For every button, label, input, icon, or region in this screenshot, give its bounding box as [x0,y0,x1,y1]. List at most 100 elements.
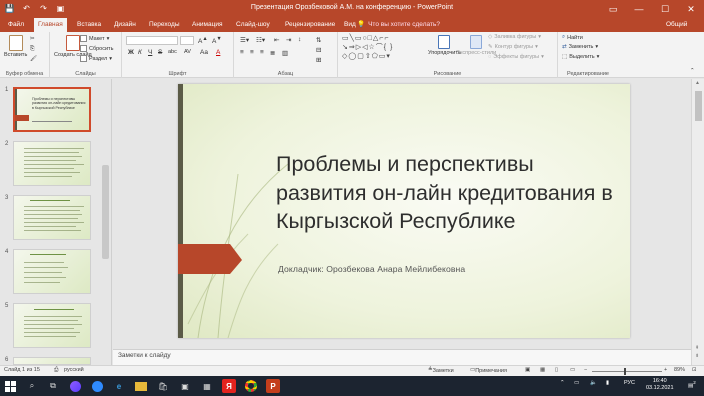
thumbnails-scrollbar[interactable] [102,165,109,259]
tab-transitions[interactable]: Переходы [145,18,184,32]
search-icon[interactable]: ⌕ [25,379,39,393]
edge-browser-icon[interactable]: e [112,379,126,393]
tray-overflow-icon[interactable]: ⌃ [560,380,565,386]
font-size-box[interactable] [180,36,194,45]
fit-slide-icon[interactable]: ⊡ [692,367,697,373]
shapes-gallery[interactable]: ▭╲▭○□△⌐⌐ ↘⇒▷◁☆⌒{ } ◇◯▢⇧⬠▭▾ [342,34,420,64]
zoom-slider[interactable] [592,371,662,372]
slide-scrollbar[interactable]: ▲ ⇞ ⇟ [691,79,704,365]
numbering-icon[interactable]: ☷▾ [256,36,265,44]
language-indicator[interactable]: русский [64,367,84,373]
next-slide-icon[interactable]: ⇟ [695,353,699,359]
tab-insert[interactable]: Вставка [73,18,105,32]
notes-toggle-button[interactable]: ≜ Заметки [428,367,454,374]
increase-indent-icon[interactable]: ⇥ [286,36,291,44]
shape-effects-button[interactable]: ◌ Эффекты фигуры ▾ [488,54,544,60]
spellcheck-icon[interactable]: ⎙ [54,367,58,374]
tab-slideshow[interactable]: Слайд-шоу [232,18,274,32]
comments-toggle-button[interactable]: ▭ Примечания [470,367,507,374]
store-bag-icon[interactable]: ▣ [178,379,192,393]
collapse-ribbon-icon[interactable]: ⌃ [690,68,695,74]
char-spacing-button[interactable]: AV [184,49,191,55]
font-name-box[interactable] [126,36,178,45]
select-button[interactable]: ⬚ Выделить ▾ [562,54,599,60]
justify-icon[interactable]: ≣ [270,49,275,57]
chrome-icon[interactable] [244,379,258,393]
slide-thumbnail[interactable] [13,195,91,240]
font-color-button[interactable]: A [216,49,220,56]
yandex-browser-icon[interactable]: Я [222,379,236,393]
close-button[interactable]: ✕ [678,0,704,18]
volume-icon[interactable]: 🔈 [590,380,597,386]
maximize-button[interactable]: ☐ [652,0,678,18]
minimize-button[interactable]: — [626,0,652,18]
replace-button[interactable]: ⇄ Заменить ▾ [562,44,598,50]
slide-subtitle[interactable]: Докладчик: Орозбекова Анара Мейлибековна [278,264,465,274]
prev-slide-icon[interactable]: ⇞ [695,345,699,351]
shrink-font-icon[interactable]: A▼ [212,36,222,45]
strikethrough-button[interactable]: S [158,49,162,56]
share-button[interactable]: Общий доступ [666,18,704,42]
paste-button[interactable]: Вставить [4,35,27,58]
bullets-icon[interactable]: ☰▾ [240,36,249,44]
format-painter-icon[interactable]: 🖌 [30,56,37,62]
change-case-button[interactable]: Aa [200,49,208,56]
italic-button[interactable]: К [138,49,142,56]
section-button[interactable]: Раздел ▾ [80,55,112,62]
tab-file[interactable]: Файл [4,18,28,32]
find-button[interactable]: ⌕ Найти [562,34,583,41]
scroll-up-icon[interactable]: ▲ [695,80,700,86]
slide-thumbnail[interactable]: Проблемы и перспективы развития он-лайн … [13,87,91,132]
zoom-level[interactable]: 89% [674,367,685,373]
reading-view-icon[interactable]: ▯ [555,367,558,373]
slide-thumbnail[interactable] [13,303,91,348]
align-center-icon[interactable]: ≡ [250,49,254,56]
slide-title[interactable]: Проблемы и перспективы развития он-лайн … [276,150,616,236]
slideshow-view-icon[interactable]: ▭ [570,367,575,373]
tab-home[interactable]: Главная [34,18,67,32]
text-direction-icon[interactable]: ⇅ [316,36,321,44]
shape-outline-button[interactable]: ✎ Контур фигуры ▾ [488,44,538,50]
slide-thumbnail[interactable] [13,357,91,365]
shadow-button[interactable]: abc [168,49,177,55]
mail-icon[interactable] [90,379,104,393]
file-explorer-icon[interactable] [134,379,148,393]
align-text-icon[interactable]: ⊟ [316,46,321,54]
power-icon[interactable]: ▮ [606,380,609,386]
smartart-icon[interactable]: ⊞ [316,56,321,64]
reset-button[interactable]: Сбросить [80,45,113,52]
align-right-icon[interactable]: ≡ [260,49,264,56]
scroll-thumb[interactable] [695,91,702,121]
align-left-icon[interactable]: ≡ [240,49,244,56]
clock[interactable]: 16:40 03.12.2021 [646,378,674,392]
zoom-slider-handle[interactable] [624,368,626,375]
copy-icon[interactable]: ⎘ [30,46,34,53]
network-icon[interactable]: ▭ [574,380,579,386]
grow-font-icon[interactable]: A▲ [198,36,208,45]
store-icon[interactable]: 🛍 [156,379,170,393]
powerpoint-taskbar-icon[interactable]: P [266,379,280,393]
normal-view-icon[interactable]: ▣ [525,367,530,373]
zoom-in-icon[interactable]: + [664,367,667,373]
shape-fill-button[interactable]: ◇ Заливка фигуры ▾ [488,34,541,40]
current-slide[interactable]: Проблемы и перспективы развития он-лайн … [178,84,630,338]
underline-button[interactable]: Ч [148,49,152,56]
slide-sorter-icon[interactable]: ▦ [540,367,545,373]
tab-design[interactable]: Дизайн [110,18,140,32]
windows-start-icon[interactable] [3,379,17,393]
slide-thumbnail[interactable] [13,249,91,294]
notes-pane[interactable]: Заметки к слайду [113,349,691,365]
notifications-icon[interactable]: ▤2 [688,380,696,389]
photos-icon[interactable]: ▦ [200,379,214,393]
line-spacing-icon[interactable]: ↕ [298,36,301,43]
task-view-icon[interactable]: ⧉ [46,379,60,393]
tab-animations[interactable]: Анимация [188,18,227,32]
decrease-indent-icon[interactable]: ⇤ [274,36,279,44]
ribbon-display-icon[interactable]: ▭ [600,0,626,18]
columns-icon[interactable]: ▥ [282,49,288,57]
tab-review[interactable]: Рецензирование [281,18,339,32]
slide-thumbnail[interactable] [13,141,91,186]
input-language[interactable]: РУС [624,380,635,386]
yandex-alice-icon[interactable] [68,379,82,393]
cut-icon[interactable]: ✂ [30,36,35,42]
